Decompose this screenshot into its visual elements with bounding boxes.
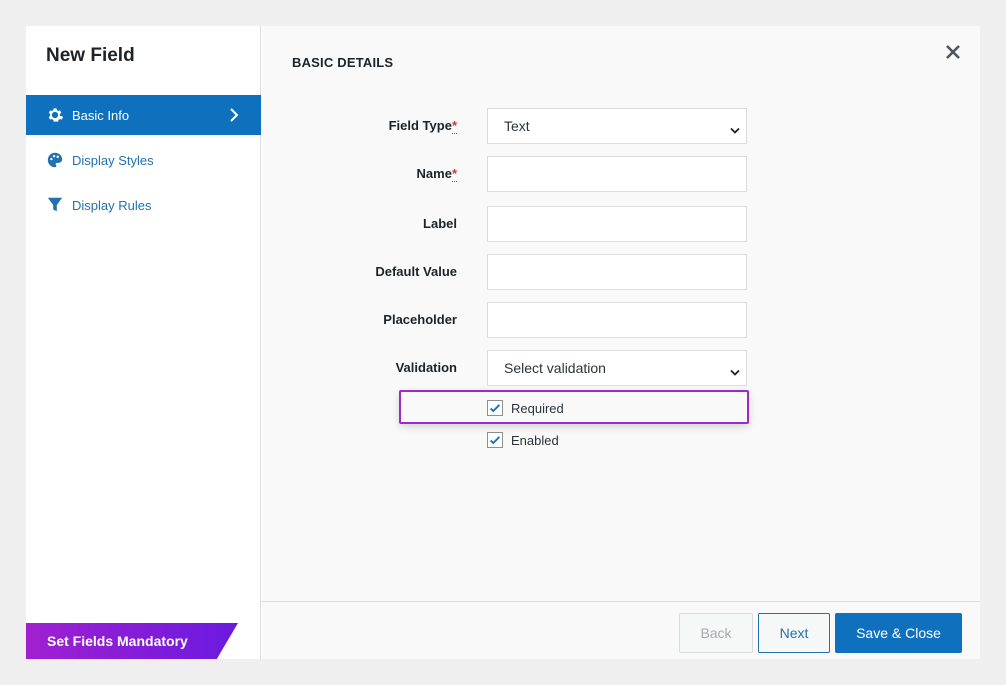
sidebar-item-label: Display Styles [72, 152, 154, 168]
checkmark-icon [489, 436, 501, 445]
sidebar-item-display-styles[interactable]: Display Styles [26, 140, 261, 180]
gear-icon [46, 106, 64, 124]
placeholder-row: Placeholder [262, 302, 980, 338]
label-input[interactable] [487, 206, 747, 242]
modal-footer: Back Next Save & Close [262, 601, 980, 659]
close-button[interactable] [944, 43, 962, 61]
sidebar-item-basic-info[interactable]: Basic Info [26, 95, 261, 135]
name-row: Name* [262, 156, 980, 192]
enabled-checkbox-label: Enabled [511, 432, 559, 448]
sidebar-item-label: Basic Info [72, 107, 130, 123]
default-value-label: Default Value [375, 264, 457, 279]
default-value-input[interactable] [487, 254, 747, 290]
section-title: BASIC DETAILS [292, 55, 394, 70]
sidebar-item-display-rules[interactable]: Display Rules [26, 185, 261, 225]
name-input[interactable] [487, 156, 747, 192]
validation-label: Validation [395, 360, 457, 375]
label-row: Label [262, 206, 980, 242]
save-close-button[interactable]: Save & Close [835, 613, 962, 653]
field-type-row: Field Type* Text [262, 108, 980, 144]
close-icon [946, 45, 960, 59]
placeholder-label: Placeholder [383, 312, 457, 327]
default-value-row: Default Value [262, 254, 980, 290]
back-button[interactable]: Back [679, 613, 753, 653]
required-asterisk: * [451, 166, 457, 182]
enabled-checkbox-row[interactable]: Enabled [487, 430, 559, 450]
required-highlight-box [399, 390, 749, 424]
required-asterisk: * [451, 118, 457, 134]
main-panel: BASIC DETAILS Field Type* Text Name* Lab… [262, 26, 980, 659]
enabled-checkbox[interactable] [487, 432, 503, 448]
field-type-select[interactable]: Text [487, 108, 747, 144]
name-label: Name* [416, 166, 457, 182]
chevron-right-icon [229, 107, 239, 123]
new-field-modal: New Field Basic Info Display Styles Disp… [26, 26, 980, 659]
next-button[interactable]: Next [758, 613, 830, 653]
palette-icon [46, 151, 64, 169]
sidebar-menu: Basic Info Display Styles Display Rules [26, 95, 261, 230]
promo-banner: Set Fields Mandatory [26, 623, 238, 659]
sidebar: New Field Basic Info Display Styles Disp… [26, 26, 261, 659]
placeholder-input[interactable] [487, 302, 747, 338]
validation-row: Validation Select validation [262, 350, 980, 386]
filter-icon [46, 196, 64, 214]
validation-select[interactable]: Select validation [487, 350, 747, 386]
label-label: Label [423, 216, 457, 231]
sidebar-item-label: Display Rules [72, 197, 152, 213]
modal-title: New Field [46, 45, 135, 66]
field-type-label: Field Type* [388, 118, 457, 134]
